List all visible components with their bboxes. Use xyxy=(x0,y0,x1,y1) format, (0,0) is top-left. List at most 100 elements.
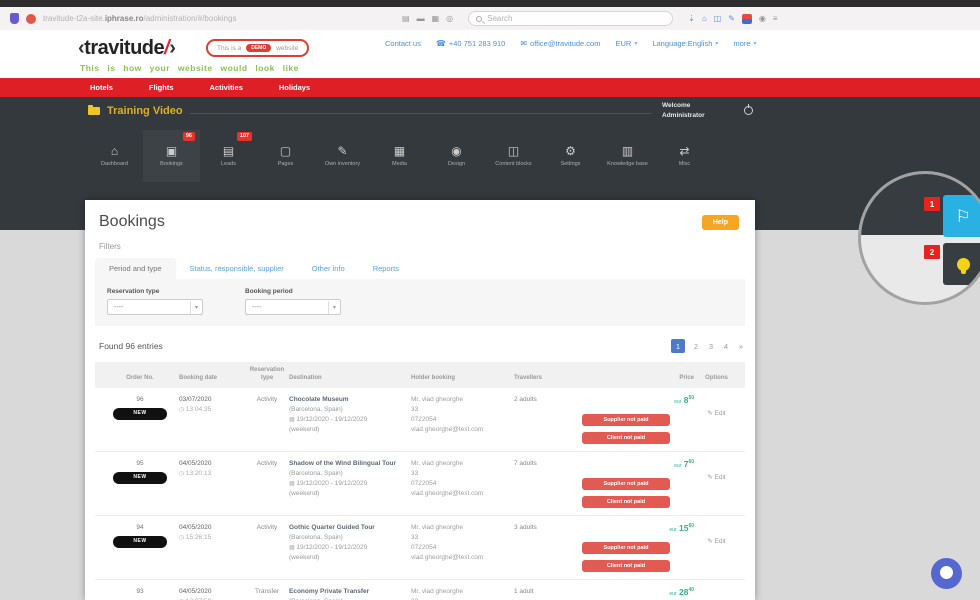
results-count: Found 96 entries xyxy=(99,341,163,351)
reader-icon[interactable]: ▤ xyxy=(402,15,410,23)
toolbar-item[interactable]: 96 ▣ Bookings xyxy=(143,130,200,182)
page-button[interactable]: 3 xyxy=(707,342,715,351)
toolbar-item[interactable]: ⇄ Misc xyxy=(656,130,713,182)
nav-item[interactable]: Hotels xyxy=(90,83,113,92)
table-row: 93 NEW 04/05/2020 ◷ 13:07:59 Transfer Ec… xyxy=(95,580,745,600)
destination-location: (Barcelona, Spain) xyxy=(289,597,411,600)
header-link[interactable]: Language:English▾ xyxy=(652,39,718,48)
header-link[interactable]: Contact us xyxy=(385,39,421,48)
content-icon: ◫ xyxy=(508,145,519,157)
eye-icon: ◉ xyxy=(451,145,461,157)
menu-icon[interactable]: ≡ xyxy=(773,15,778,23)
payment-status-button[interactable]: Client not paid xyxy=(582,496,670,508)
header-link[interactable]: ✉office@travitude.com xyxy=(520,39,600,48)
toolbar-item[interactable]: ▦ Media xyxy=(371,130,428,182)
edit-label: Edit xyxy=(715,538,726,545)
bookings-card: Bookings Help Filters Period and typeSta… xyxy=(85,200,755,600)
help-button[interactable]: Help xyxy=(702,215,739,230)
shuffle-icon: ⇄ xyxy=(679,145,689,157)
price-value: eur 1560 xyxy=(669,523,694,533)
toolbar-item[interactable]: ⌂ Dashboard xyxy=(86,130,143,182)
pencil-icon: ✎ xyxy=(707,538,714,545)
edit-link[interactable]: ✎ Edit xyxy=(707,537,725,545)
payment-status-button[interactable]: Supplier not paid xyxy=(582,478,670,490)
nav-item[interactable]: Flights xyxy=(149,83,174,92)
pencil-icon: ✎ xyxy=(337,145,347,157)
download-icon[interactable]: ⇣ xyxy=(688,15,695,23)
toolbar-item[interactable]: ✎ Own inventory xyxy=(314,130,371,182)
sidebar-icon[interactable]: ◫ xyxy=(714,15,722,23)
search-input[interactable] xyxy=(487,14,647,23)
order-number: 93 xyxy=(136,588,143,595)
booking-time: 15:26:15 xyxy=(186,534,211,541)
toolbar-item[interactable]: ▢ Pages xyxy=(257,130,314,182)
extension-icon[interactable] xyxy=(742,14,752,24)
filter-tab[interactable]: Reports xyxy=(359,258,413,279)
page-button[interactable]: 1 xyxy=(671,339,685,353)
payment-status-button[interactable]: Client not paid xyxy=(582,560,670,572)
logout-icon[interactable] xyxy=(744,106,753,115)
site-header: ‹travitude/› This is a DEMO website This… xyxy=(0,30,980,78)
header-link[interactable]: more▾ xyxy=(733,39,756,48)
chat-launcher-button[interactable] xyxy=(931,558,962,589)
chevron-down-icon: ▾ xyxy=(754,40,757,47)
address-bar[interactable]: travitude-t2a-site.iphrase.ro/administra… xyxy=(43,14,395,23)
toolbar-item[interactable]: 107 ▤ Leads xyxy=(200,130,257,182)
toolbar-item-label: Design xyxy=(448,161,465,167)
toolbar-item[interactable]: ◉ Design xyxy=(428,130,485,182)
payment-status-button[interactable]: Supplier not paid xyxy=(582,414,670,426)
divider xyxy=(190,113,652,114)
notes-icon[interactable]: ✎ xyxy=(728,15,735,23)
page-button[interactable]: 2 xyxy=(692,342,700,351)
new-status-badge: NEW xyxy=(113,472,167,485)
demo-text-suffix: website xyxy=(276,45,298,52)
flag-button[interactable]: ⚐ xyxy=(943,195,980,237)
payment-status-button[interactable]: Client not paid xyxy=(582,432,670,444)
media-icon: ▦ xyxy=(394,145,405,157)
main-nav: Hotels Flights Activities Holidays xyxy=(0,78,980,97)
demo-banner: This is a DEMO website xyxy=(206,39,309,57)
destination-name: Shadow of the Wind Bilingual Tour xyxy=(289,459,411,469)
lightbulb-button[interactable] xyxy=(943,243,980,285)
privacy-shield-icon[interactable] xyxy=(10,13,19,24)
booking-date: 04/05/2020 xyxy=(179,459,245,469)
breadcrumb-label: Training Video xyxy=(107,105,183,117)
header-link[interactable]: EUR▾ xyxy=(615,39,637,48)
edit-link[interactable]: ✎ Edit xyxy=(707,473,725,481)
toolbar-item[interactable]: ⚙ Settings xyxy=(542,130,599,182)
price-currency: eur xyxy=(674,463,681,469)
filter-tab[interactable]: Other info xyxy=(298,258,359,279)
header-link[interactable]: ☎+40 751 283 910 xyxy=(436,39,505,48)
payment-status-button[interactable]: Supplier not paid xyxy=(582,542,670,554)
minimize-icon[interactable]: ▬ xyxy=(417,15,425,23)
travitude-logo[interactable]: ‹travitude/› xyxy=(78,37,175,60)
toolbar-item-label: Content blocks xyxy=(495,161,531,167)
select-dropdown[interactable]: ---- ▾ xyxy=(107,299,203,315)
window-title-strip xyxy=(0,0,980,7)
table-row: 94 NEW 04/05/2020 ◷ 15:26:15 Activity Go… xyxy=(95,516,745,580)
select-dropdown[interactable]: ---- ▾ xyxy=(245,299,341,315)
page-button[interactable]: » xyxy=(737,342,745,351)
toolbar-item[interactable]: ◫ Content blocks xyxy=(485,130,542,182)
filter-tab[interactable]: Status, responsible, supplier xyxy=(176,258,298,279)
browser-search[interactable] xyxy=(468,11,673,26)
profile-icon[interactable]: ◉ xyxy=(759,15,766,23)
tracker-icon[interactable]: ▦ xyxy=(432,15,440,23)
home-icon[interactable]: ⌂ xyxy=(702,15,707,23)
nav-item[interactable]: Holidays xyxy=(279,83,310,92)
edit-link[interactable]: ✎ Edit xyxy=(707,409,725,417)
table-header: Order No. Booking date Reservation type … xyxy=(95,362,745,388)
url-prefix: travitude-t2a-site. xyxy=(43,14,105,23)
new-status-badge: NEW xyxy=(113,408,167,421)
reload-icon[interactable]: ◎ xyxy=(446,15,453,23)
filter-tab[interactable]: Period and type xyxy=(95,258,176,279)
select-value: ---- xyxy=(114,304,123,311)
toolbar-item[interactable]: ▥ Knowledge base xyxy=(599,130,656,182)
holder-details: Mr. vlad gheorghe330722054vlad.gheorghe@… xyxy=(411,395,514,435)
toolbar-item-label: Knowledge base xyxy=(607,161,648,167)
period-note: (weekend) xyxy=(289,553,411,563)
edit-label: Edit xyxy=(715,474,726,481)
nav-item[interactable]: Activities xyxy=(210,83,243,92)
price-value: eur 850 xyxy=(674,395,694,405)
page-button[interactable]: 4 xyxy=(722,342,730,351)
